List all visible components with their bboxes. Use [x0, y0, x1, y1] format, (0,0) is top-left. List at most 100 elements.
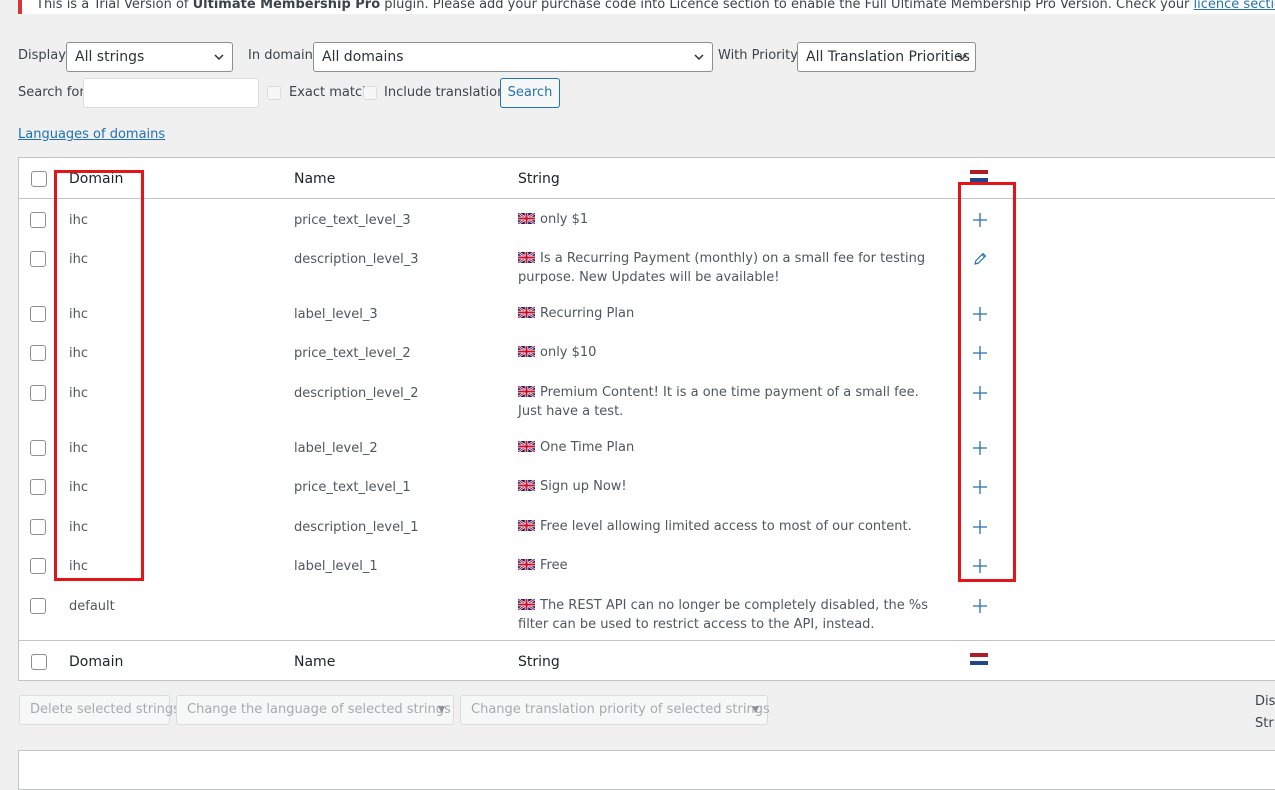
display-select-value: All strings [75, 49, 145, 65]
column-footer-domain[interactable]: Domain [69, 654, 123, 670]
row-string: Is a Recurring Payment (monthly) on a sm… [518, 249, 946, 287]
column-header-name[interactable]: Name [294, 171, 335, 187]
licence-section-link[interactable]: licence section [1194, 0, 1275, 12]
uk-flag-icon [518, 479, 540, 494]
notice-text: plugin. Please add your purchase code in… [380, 0, 1194, 12]
uk-flag-icon [518, 212, 540, 227]
display-select[interactable]: All strings [66, 42, 233, 72]
uk-flag-icon [518, 345, 540, 360]
change-language-select[interactable]: Change the language of selected strings … [176, 695, 454, 725]
uk-flag-icon [518, 385, 540, 400]
row-string-text: The REST API can no longer be completely… [518, 598, 929, 632]
select-all-footer-checkbox[interactable] [31, 654, 47, 670]
row-string: Recurring Plan [518, 304, 946, 323]
exact-match-label: Exact match [289, 85, 371, 100]
row-name: price_text_level_1 [294, 480, 411, 495]
row-string: Premium Content! It is a one time paymen… [518, 383, 946, 421]
row-string: only $1 [518, 210, 946, 229]
row-string-text: Is a Recurring Payment (monthly) on a sm… [518, 251, 926, 285]
table-header: Domain Name String [19, 158, 1275, 199]
row-string: Sign up Now! [518, 477, 946, 496]
row-string-text: Free level allowing limited access to mo… [540, 519, 912, 534]
uk-flag-icon [518, 519, 540, 534]
column-footer-name[interactable]: Name [294, 654, 335, 670]
row-name: label_level_1 [294, 559, 378, 574]
column-header-string[interactable]: String [518, 171, 560, 187]
row-name: description_level_2 [294, 386, 419, 401]
row-domain: default [69, 599, 115, 614]
chevron-down-icon [957, 54, 967, 61]
translation-column-highlight [958, 182, 1016, 582]
delete-selected-strings-button[interactable]: Delete selected strings [19, 695, 180, 725]
row-checkbox[interactable] [30, 479, 46, 495]
chevron-down-icon [694, 54, 704, 61]
row-checkbox[interactable] [30, 212, 46, 228]
row-string-text: only $1 [540, 212, 589, 227]
row-name: description_level_1 [294, 520, 419, 535]
domain-select[interactable]: All domains [313, 42, 713, 72]
row-string-text: Premium Content! It is a one time paymen… [518, 385, 919, 419]
row-name: price_text_level_3 [294, 213, 411, 228]
row-checkbox[interactable] [30, 519, 46, 535]
filter-bar: Display: All strings In domain: All doma… [18, 42, 1275, 72]
netherlands-flag-icon [970, 653, 988, 665]
select-all-checkbox[interactable] [31, 171, 47, 187]
column-footer-string[interactable]: String [518, 654, 560, 670]
change-language-label: Change the language of selected strings [187, 702, 451, 717]
row-checkbox[interactable] [30, 598, 46, 614]
dropdown-arrow-icon: ▼ [752, 705, 759, 715]
chevron-down-icon [214, 54, 224, 61]
row-string-text: Sign up Now! [540, 479, 627, 494]
row-string: only $10 [518, 343, 946, 362]
row-checkbox[interactable] [30, 385, 46, 401]
add-translation-plus-icon[interactable] [972, 598, 988, 614]
search-input[interactable] [83, 78, 259, 108]
row-name: label_level_3 [294, 307, 378, 322]
priority-select[interactable]: All Translation Priorities [797, 42, 976, 72]
languages-of-domains-link[interactable]: Languages of domains [18, 127, 165, 142]
netherlands-flag-icon [970, 170, 988, 182]
include-translations-label: Include translations [384, 85, 513, 100]
domain-column-highlight [54, 170, 144, 581]
row-name: price_text_level_2 [294, 346, 411, 361]
row-checkbox[interactable] [30, 345, 46, 361]
row-string: Free [518, 556, 946, 575]
row-name: label_level_2 [294, 441, 378, 456]
row-string-text: Free [540, 558, 568, 573]
domain-label: In domain: [248, 48, 318, 63]
row-string-text: only $10 [540, 345, 597, 360]
dropdown-arrow-icon: ▼ [438, 705, 445, 715]
row-string-text: One Time Plan [540, 440, 635, 455]
uk-flag-icon [518, 598, 540, 613]
row-checkbox[interactable] [30, 558, 46, 574]
search-row: Search for: Exact match Include translat… [18, 78, 1275, 110]
row-string: The REST API can no longer be completely… [518, 596, 946, 634]
row-checkbox[interactable] [30, 440, 46, 456]
domain-select-value: All domains [322, 49, 404, 65]
strings-truncated-label: Stri [1255, 716, 1275, 731]
priority-label: With Priority: [718, 48, 802, 63]
trial-notice: This is a Trial Version of Ultimate Memb… [18, 0, 1275, 14]
display-truncated-label: Disp [1255, 694, 1275, 709]
exact-match-checkbox[interactable] [267, 86, 281, 100]
row-checkbox[interactable] [30, 251, 46, 267]
row-string-text: Recurring Plan [540, 306, 635, 321]
row-string: One Time Plan [518, 438, 946, 457]
uk-flag-icon [518, 251, 540, 266]
uk-flag-icon [518, 558, 540, 573]
uk-flag-icon [518, 440, 540, 455]
uk-flag-icon [518, 306, 540, 321]
search-button[interactable]: Search [500, 78, 560, 108]
bottom-panel [18, 750, 1275, 790]
change-priority-label: Change translation priority of selected … [471, 702, 770, 717]
search-label: Search for: [18, 85, 89, 100]
notice-prefix: This is a Trial Version of [36, 0, 193, 12]
row-name: description_level_3 [294, 252, 419, 267]
priority-select-value: All Translation Priorities [806, 49, 970, 65]
table-footer: Domain Name String [19, 640, 1275, 681]
change-priority-select[interactable]: Change translation priority of selected … [460, 695, 770, 725]
row-checkbox[interactable] [30, 306, 46, 322]
include-translations-checkbox[interactable] [363, 86, 377, 100]
display-label: Display: [18, 48, 70, 63]
strings-table: Domain Name String ihc price_text_level_3… [18, 157, 1275, 681]
